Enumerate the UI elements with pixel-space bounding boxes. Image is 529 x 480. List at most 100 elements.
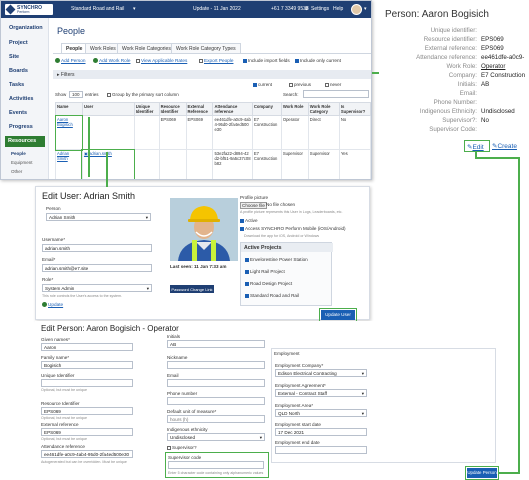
tab-work-roles[interactable]: Work Roles — [85, 43, 121, 53]
sidebar-item-project[interactable]: Project — [9, 40, 28, 46]
project-checkbox[interactable]: Light Rail Project — [245, 269, 285, 274]
plus-icon — [93, 58, 98, 64]
column-header[interactable]: Is Supervisor? — [338, 102, 371, 116]
update-user-button[interactable]: Update User — [319, 308, 357, 322]
checkbox-checked-icon — [240, 218, 244, 223]
person-select[interactable]: Adrian Smith ▾ — [46, 213, 151, 221]
update-link[interactable]: Update — [42, 302, 63, 308]
sidebar-item-activities[interactable]: Activities — [9, 96, 33, 102]
person-name-link[interactable]: Adrian Smith — [55, 149, 83, 179]
unit-of-measure-select[interactable]: hours (h) — [167, 415, 265, 423]
mobile-access-checkbox[interactable]: Access SYNCHRO Perform Mobile (iOS/Andro… — [240, 226, 346, 231]
table-row[interactable]: Aaron Bogisich EPS069 EPS069 ee461dfe-a0… — [54, 114, 371, 151]
column-header[interactable]: Unique Identifier — [133, 102, 160, 116]
person-name-link[interactable]: Aaron Bogisich — [54, 114, 84, 151]
active-checkbox[interactable]: Active — [240, 218, 258, 223]
table-row[interactable]: Adrian Smith ▣ adrian.smith 53e2fa22-d89… — [55, 148, 371, 179]
employment-start-field[interactable]: 17 Dec 2021 — [275, 428, 367, 436]
previous-radio[interactable]: previous — [289, 82, 311, 87]
tab-work-role-category-types[interactable]: Work Role Category Types — [171, 43, 241, 53]
sidebar-subitem-equipment[interactable]: Equipment — [11, 160, 33, 165]
entries-select[interactable]: 100 — [69, 91, 83, 98]
sidebar-item-tasks[interactable]: Tasks — [9, 82, 24, 88]
column-header[interactable]: External Reference — [185, 102, 214, 116]
people-app-window: SYNCHRO Perform Standard Road and Rail ▾… — [0, 0, 372, 180]
settings-link[interactable]: Settings — [311, 6, 329, 12]
edit-person-button[interactable]: ✎Edit — [464, 140, 490, 152]
add-person-button[interactable]: Add Person — [55, 58, 86, 64]
choose-file-button[interactable]: Choose file — [240, 202, 267, 209]
password-change-link-button[interactable]: Password Change Link — [170, 285, 214, 293]
role-select[interactable]: System Admin ▾ — [42, 284, 152, 292]
checkbox-checked-icon — [240, 226, 244, 231]
help-link[interactable]: Help — [333, 6, 343, 12]
work-role-link[interactable]: Operator — [481, 63, 505, 70]
unique-identifier-field[interactable] — [41, 379, 133, 387]
avatar[interactable] — [351, 4, 362, 15]
user-link[interactable]: ▣ adrian.smith — [81, 148, 136, 179]
sidebar-item-resources[interactable]: Resources — [5, 136, 45, 147]
phone-number-field[interactable] — [167, 397, 265, 405]
supervisor-code-field[interactable] — [168, 461, 264, 469]
chevron-down-icon[interactable]: ▾ — [364, 6, 367, 12]
email-field[interactable] — [167, 379, 265, 387]
project-selector[interactable]: Standard Road and Rail — [71, 6, 124, 12]
employment-company-select[interactable]: Edison Electrical Contracting ▾ — [275, 369, 367, 377]
column-header[interactable]: Name — [55, 102, 83, 116]
family-name-field[interactable]: Bogisich — [41, 361, 133, 369]
given-names-field[interactable]: Aaron — [41, 343, 133, 351]
last-seen: Last seen: 11 Jan 7:33 am — [170, 264, 227, 269]
sidebar-item-site[interactable]: Site — [9, 54, 19, 60]
sidebar-subitem-other[interactable]: Other — [11, 169, 22, 174]
sidebar-item-events[interactable]: Events — [9, 110, 27, 116]
gear-icon[interactable]: ⚙ — [304, 6, 308, 12]
employment-agreement-select[interactable]: External - Contract Staff ▾ — [275, 389, 367, 397]
search-input[interactable] — [303, 90, 369, 98]
employment-area-select[interactable]: QLD North ▾ — [275, 409, 367, 417]
include-import-checkbox[interactable]: Include import fields — [243, 58, 290, 63]
sidebar-subitem-people[interactable]: People — [11, 151, 26, 156]
employment-end-field[interactable] — [275, 446, 367, 454]
group-by-checkbox[interactable]: Group by the primary sort column — [107, 92, 179, 97]
never-radio[interactable]: never — [325, 82, 341, 87]
sidebar-item-progress[interactable]: Progress — [9, 124, 33, 130]
column-header[interactable]: Work Role Category — [307, 102, 340, 116]
view-rates-link[interactable]: View Applicable Rates — [136, 58, 187, 63]
synchro-logo[interactable]: SYNCHRO Perform — [5, 4, 53, 15]
supervisor-checkbox[interactable]: Supervisor? — [167, 445, 197, 450]
filters-bar[interactable]: ▸ Filters — [53, 70, 371, 79]
external-reference-field[interactable]: EPS069 — [41, 428, 133, 436]
project-checkbox[interactable]: Road Design Project — [245, 281, 292, 286]
column-header[interactable]: Attendance reference — [212, 102, 253, 116]
column-header[interactable]: Company — [251, 102, 282, 116]
project-checkbox[interactable]: Standard Road and Rail — [245, 293, 299, 298]
column-header[interactable]: Work Role — [280, 102, 309, 116]
current-radio[interactable]: current — [253, 82, 272, 87]
export-people-link[interactable]: Export People — [199, 58, 233, 63]
column-header[interactable]: User — [81, 102, 135, 116]
attendance-reference-field[interactable]: ee461dfe-a0c9-4ab4-95d0-2fa4ed500e30 — [41, 450, 133, 458]
resource-identifier-field[interactable]: EPS069 — [41, 407, 133, 415]
indigenous-ethnicity-select[interactable]: Undisclosed ▾ — [167, 433, 265, 441]
role-select-value: System Admin — [45, 286, 75, 291]
tab-people[interactable]: People — [61, 43, 88, 53]
tab-work-role-categories[interactable]: Work Role Categories — [117, 43, 176, 53]
person-field-row: Unique identifier: — [379, 27, 477, 35]
chevron-down-icon[interactable]: ▾ — [133, 6, 136, 12]
email-field[interactable]: adrian.smith@e7.site — [42, 264, 152, 272]
nickname-field[interactable] — [167, 361, 265, 369]
add-work-role-button[interactable]: Add Work Role — [93, 58, 130, 64]
sidebar-item-organization[interactable]: Organization — [9, 25, 43, 31]
initials-field[interactable]: AB — [167, 340, 265, 348]
unit-of-measure-label: Default unit of measure* — [167, 409, 217, 414]
checkbox-icon — [107, 92, 111, 97]
username-field[interactable]: adrian.smith — [42, 244, 152, 252]
include-current-checkbox[interactable]: Include only current — [295, 58, 341, 63]
project-checkbox[interactable]: Envelorestine Power Station — [245, 257, 308, 262]
table-cell: Supervisor — [280, 149, 309, 179]
column-header[interactable]: Resource Identifier — [158, 102, 187, 116]
create-person-link[interactable]: ✎Create — [492, 142, 517, 150]
update-person-button[interactable]: Update Person — [465, 466, 499, 480]
sidebar-item-boards[interactable]: Boards — [9, 68, 28, 74]
field-hint: Autogenerated but can be overridden. Mus… — [41, 460, 127, 464]
